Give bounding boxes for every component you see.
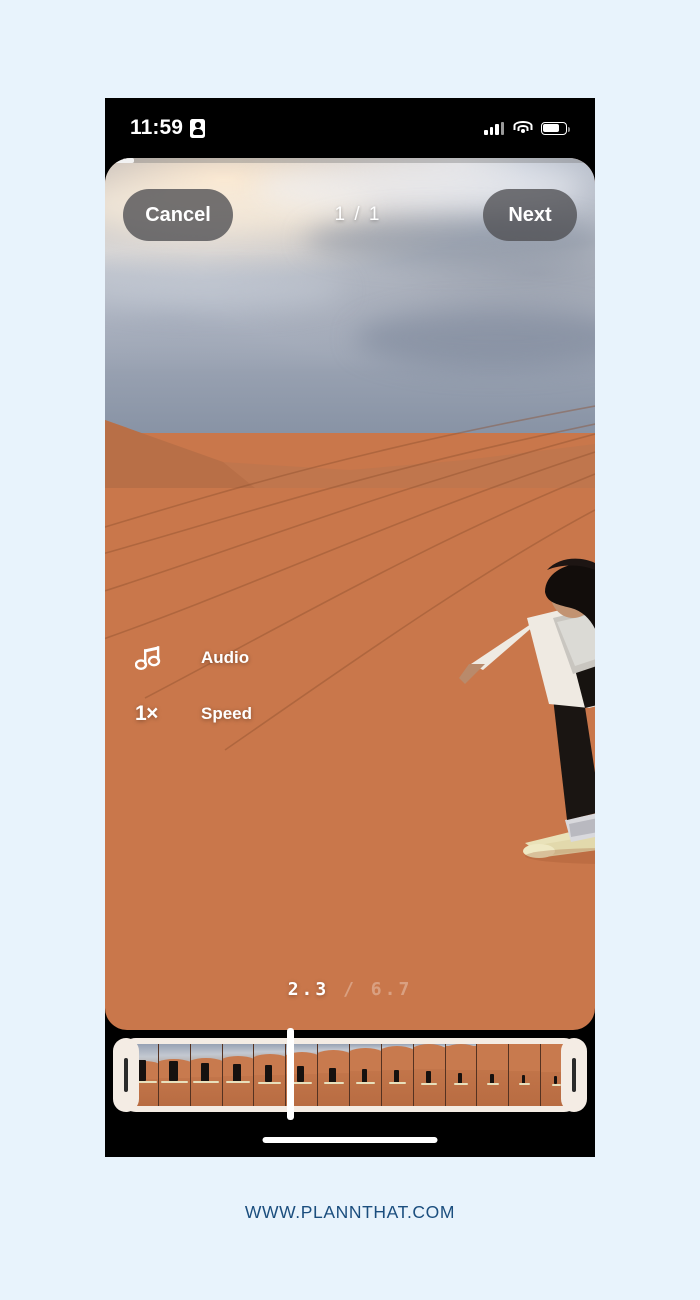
home-indicator — [262, 1137, 438, 1143]
time-separator: / — [343, 979, 357, 1000]
battery-icon — [541, 121, 570, 135]
footer-watermark: WWW.PLANNTHAT.COM — [244, 1202, 456, 1222]
total-time: 6.7 — [370, 979, 413, 1000]
status-bar-time: 11:59 — [130, 116, 184, 139]
timeline-frame — [477, 1044, 510, 1106]
tool-audio[interactable]: Audio — [135, 630, 252, 686]
wifi-icon — [513, 121, 532, 135]
cellular-bars-icon — [484, 121, 504, 135]
timeline-frame — [190, 1044, 223, 1106]
timeline-strip[interactable] — [105, 1028, 595, 1157]
next-button[interactable]: Next — [483, 189, 577, 241]
tool-audio-label: Audio — [201, 648, 250, 667]
trim-start-handle[interactable] — [113, 1038, 139, 1112]
id-card-icon — [190, 118, 206, 138]
playhead-scrubber[interactable] — [286, 1028, 294, 1120]
timeline-frame — [254, 1044, 287, 1106]
status-bar-left: 11:59 — [130, 116, 206, 140]
timeline-frame — [318, 1044, 351, 1106]
music-note-icon — [135, 643, 181, 673]
phone-frame: 11:59 Cancel 1 / 1 Next Audio 1× Speed 2… — [105, 98, 595, 1157]
speed-value: 1× — [135, 702, 158, 725]
timeline-frame — [509, 1044, 542, 1106]
tool-list: Audio 1× Speed — [135, 630, 252, 742]
playback-progress-bar[interactable] — [105, 158, 595, 163]
current-time: 2.3 — [287, 979, 330, 1000]
status-bar-right — [484, 121, 570, 135]
timeline-frame — [445, 1044, 478, 1106]
time-readout: 2.3 / 6.7 — [105, 979, 595, 1000]
timeline-frame — [413, 1044, 446, 1106]
cancel-button[interactable]: Cancel — [123, 189, 233, 241]
speed-icon: 1× — [135, 702, 181, 726]
progress-marker — [106, 158, 113, 163]
status-bar: 11:59 — [105, 98, 595, 158]
editor-top-bar: Cancel 1 / 1 Next — [105, 186, 595, 244]
frame-thumbnails — [127, 1044, 573, 1106]
trim-window[interactable] — [121, 1038, 579, 1112]
timeline-frame — [222, 1044, 255, 1106]
timeline-frame — [158, 1044, 191, 1106]
sandboarder-subject — [459, 558, 595, 864]
video-preview[interactable]: Cancel 1 / 1 Next Audio 1× Speed 2.3 / 6… — [105, 158, 595, 1030]
tool-speed[interactable]: 1× Speed — [135, 686, 252, 742]
timeline-frame — [350, 1044, 382, 1106]
page-counter: 1 / 1 — [334, 204, 382, 225]
timeline-frame — [381, 1044, 414, 1106]
page-root: 11:59 Cancel 1 / 1 Next Audio 1× Speed 2… — [0, 0, 700, 1300]
trim-end-handle[interactable] — [561, 1038, 587, 1112]
tool-speed-label: Speed — [201, 704, 253, 723]
